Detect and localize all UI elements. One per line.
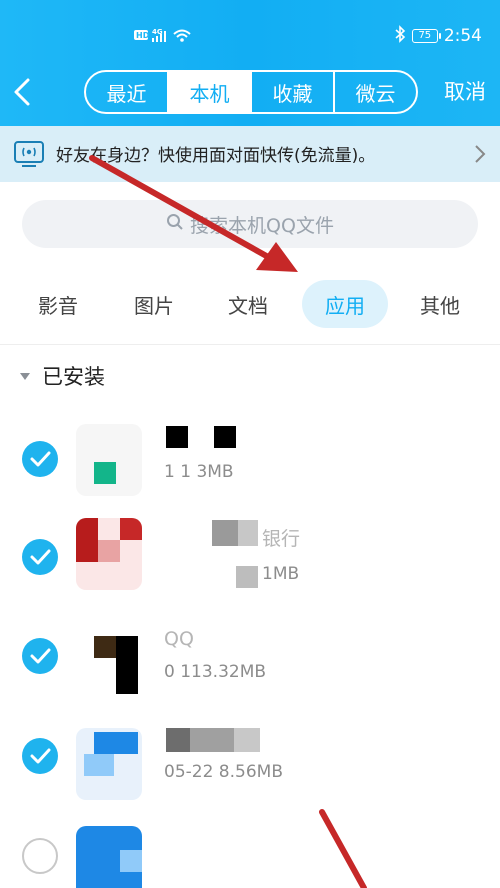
installed-section-header[interactable]: 已安装 (20, 360, 105, 392)
redacted-block (166, 728, 190, 752)
search-input[interactable]: 搜索本机QQ文件 (22, 200, 478, 248)
list-item[interactable] (0, 810, 500, 888)
checkbox-checked[interactable] (22, 638, 58, 674)
divider (0, 344, 500, 345)
tab-other[interactable]: 其他 (400, 280, 480, 328)
app-meta: 1MB (262, 564, 300, 584)
tab-local[interactable]: 本机 (167, 72, 250, 112)
checkbox-checked[interactable] (22, 441, 58, 477)
tab-favorites[interactable]: 收藏 (250, 72, 333, 112)
tab-apps[interactable]: 应用 (302, 280, 388, 328)
tab-weiyun[interactable]: 微云 (333, 72, 416, 112)
app-icon (76, 518, 142, 590)
app-meta: 05-22 8.56MB (164, 762, 283, 782)
clock: 2:54 (443, 26, 482, 46)
tab-media[interactable]: 影音 (18, 280, 98, 328)
status-bar: HD 4G 75 2:54 (0, 0, 500, 72)
tab-documents[interactable]: 文档 (208, 280, 288, 328)
redacted-block (166, 426, 188, 448)
tab-images[interactable]: 图片 (114, 280, 194, 328)
redacted-block (236, 566, 258, 588)
list-item[interactable]: 银行 1MB (0, 510, 500, 610)
back-icon[interactable] (8, 74, 36, 110)
banner-text: 好友在身边？快使用面对面快传(免流量)。 (56, 146, 376, 166)
redacted-block (214, 426, 236, 448)
signal-icon: HD 4G (134, 26, 204, 46)
battery-icon: 75 (411, 29, 441, 43)
app-name: QQ (164, 628, 194, 650)
checkbox-checked[interactable] (22, 539, 58, 575)
app-meta: 0 113.32MB (164, 662, 267, 682)
search-placeholder: 搜索本机QQ文件 (190, 214, 334, 237)
redacted-block (234, 728, 260, 752)
redacted-block (190, 728, 234, 752)
transfer-icon (14, 140, 44, 168)
status-right: 75 2:54 (394, 24, 482, 48)
app-icon (76, 826, 142, 888)
app-name: 银行 (262, 528, 301, 550)
app-icon (76, 424, 142, 496)
section-title: 已安装 (42, 365, 105, 389)
redacted-block (212, 520, 238, 546)
cancel-button[interactable]: 取消 (444, 76, 486, 106)
app-icon (76, 628, 142, 700)
list-item[interactable]: 1 1 3MB (0, 410, 500, 510)
list-item[interactable]: 05-22 8.56MB (0, 710, 500, 810)
list-item[interactable]: QQ 0 113.32MB (0, 610, 500, 710)
face-to-face-banner[interactable]: 好友在身边？快使用面对面快传(免流量)。 (0, 126, 500, 182)
checkbox-unchecked[interactable] (22, 838, 58, 874)
source-tabs: 最近 本机 收藏 微云 (84, 70, 418, 114)
checkbox-checked[interactable] (22, 738, 58, 774)
bluetooth-icon (394, 24, 406, 48)
chevron-right-icon (472, 142, 488, 166)
category-tabs: 影音 图片 文档 应用 其他 (0, 280, 500, 328)
tab-recent[interactable]: 最近 (86, 72, 167, 112)
app-meta: 1 1 3MB (164, 462, 234, 482)
header-bar: HD 4G 75 2:54 最近 本机 收藏 微云 取消 (0, 0, 500, 126)
redacted-block (238, 520, 258, 546)
collapse-triangle-icon (20, 372, 30, 380)
app-icon (76, 728, 142, 800)
svg-text:HD: HD (136, 31, 150, 40)
search-icon (166, 213, 184, 236)
